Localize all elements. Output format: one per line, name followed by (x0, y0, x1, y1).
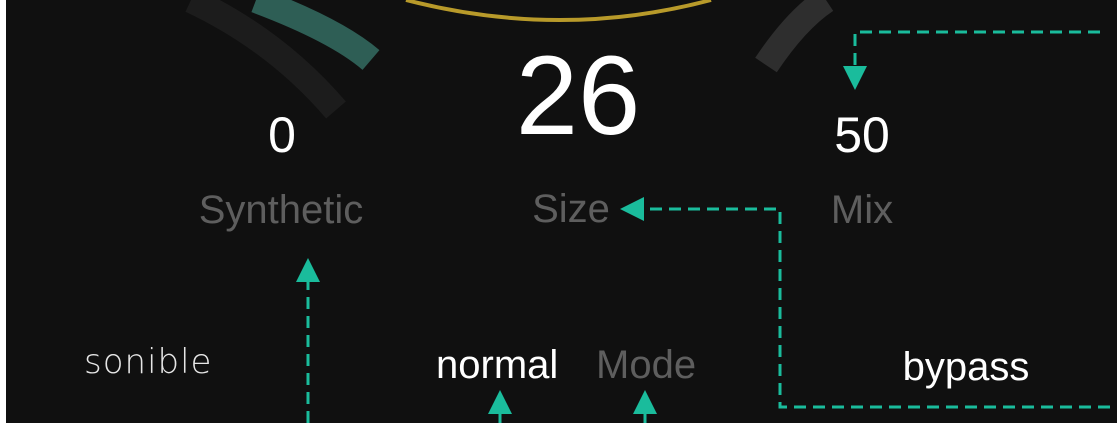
mix-label: Mix (830, 188, 894, 232)
synthetic-knob-teal-arc (251, 0, 380, 71)
mix-value[interactable]: 50 (802, 110, 922, 160)
size-label: Size (532, 187, 610, 231)
synthetic-value[interactable]: 0 (222, 110, 342, 160)
bypass-button[interactable]: bypass (886, 345, 1046, 390)
mode-value[interactable]: normal (436, 343, 558, 388)
mode-label: Mode (596, 343, 697, 387)
mix-knob-ring[interactable] (755, 0, 834, 73)
sonible-logo: sonible (84, 342, 213, 382)
size-knob-gold-arc[interactable] (405, 0, 712, 22)
plugin-window: 0 26 50 Synthetic Size Mix sonible norma… (6, 0, 1117, 423)
synthetic-label: Synthetic (198, 188, 364, 232)
size-value[interactable]: 26 (468, 40, 688, 152)
synthetic-knob-ring[interactable] (185, 0, 346, 119)
